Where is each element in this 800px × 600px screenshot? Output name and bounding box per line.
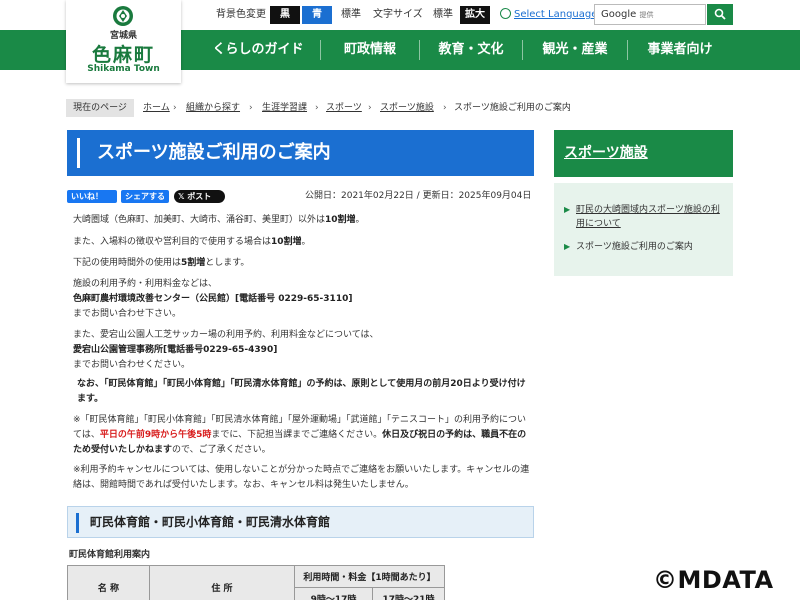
text: とします。 (205, 258, 250, 268)
watermark: ©MDATA (653, 566, 774, 594)
x-post-button[interactable]: 𝕏 ポスト (174, 190, 225, 203)
sidebar-item-regional-facilities[interactable]: ▶ 町民の大崎圏域内スポーツ施設の利用について (564, 203, 724, 231)
x-post-label: ポスト (187, 192, 212, 201)
size-large-button[interactable]: 拡大 (460, 6, 490, 24)
emphasis: 10割増 (271, 237, 302, 247)
section-accent-bar (76, 513, 79, 533)
sidebar-menu: ▶ 町民の大崎圏域内スポーツ施設の利用について ▶ スポーツ施設ご利用のご案内 (554, 183, 733, 276)
facility-table: 名 称 住 所 利用時間・料金【1時間あたり】 9時～17時 17時～21時 (67, 565, 445, 600)
paragraph-surcharge-hours: 下記の使用時間外の使用は5割増とします。 (73, 256, 533, 271)
text: 下記の使用時間外の使用は (73, 258, 182, 268)
bg-standard-button[interactable]: 標準 (335, 6, 367, 24)
select-language-label: Select Language (514, 9, 598, 20)
table-header-usage: 利用時間・料金【1時間あたり】 (294, 565, 445, 588)
breadcrumb-home[interactable]: ホーム (143, 99, 170, 117)
section-heading-box: 町民体育館・町民小体育館・町民清水体育館 (67, 506, 534, 538)
bg-blue-button[interactable]: 青 (302, 6, 332, 24)
table-header-time-day: 9時～17時 (294, 587, 373, 600)
bg-color-label: 背景色変更 (216, 9, 266, 20)
text: ので、ご了承ください。 (172, 445, 271, 455)
text: 。 (301, 237, 311, 247)
text: までに、下記担当課までご連絡ください。 (211, 430, 383, 440)
sidebar-heading-link[interactable]: スポーツ施設 (564, 130, 648, 177)
breadcrumb-separator: › (443, 103, 447, 113)
facebook-like-button[interactable]: いいね！ (67, 190, 117, 203)
nav-tourism-industry[interactable]: 観光・産業 (523, 30, 627, 70)
logo-town-name: 色麻町 (91, 44, 155, 66)
text: 。 (355, 215, 365, 225)
text: また、入場料の徴収や営利目的で使用する場合は (73, 237, 272, 247)
triangle-right-icon: ▶ (564, 242, 571, 251)
nav-town-info[interactable]: 町政情報 (321, 30, 419, 70)
paragraph-reservation-contact: 施設の利用予約・利用料金などは、 色麻町農村環境改善センター（公民館）[電話番号… (73, 277, 533, 322)
page-dates: 公開日：2021年02月22日 / 更新日：2025年09月04日 (305, 191, 532, 201)
x-logo-icon: 𝕏 (178, 192, 188, 201)
table-header-address: 住 所 (149, 565, 295, 600)
nav-living-guide[interactable]: くらしのガイド (196, 30, 320, 70)
search-icon (714, 8, 726, 20)
text: 大崎圏域（色麻町、加美町、大崎市、涌谷町、美里町）以外は (73, 215, 326, 225)
breadcrumb-current-label: 現在のページ (66, 99, 134, 117)
paragraph-soccer-contact: また、愛宕山公園人工芝サッカー場の利用予約、利用料金などについては、 愛宕山公園… (73, 328, 533, 373)
nav-education-culture[interactable]: 教育・文化 (420, 30, 522, 70)
text: 施設の利用予約・利用料金などは、 (73, 279, 218, 289)
search-suffix: 提供 (639, 11, 654, 19)
breadcrumb-search-by-org[interactable]: 組織から探す (186, 99, 240, 117)
table-caption: 町民体育館利用案内 (69, 550, 151, 560)
breadcrumb-separator: › (249, 103, 253, 113)
title-accent-bar (77, 138, 80, 168)
breadcrumb-sports-facilities[interactable]: スポーツ施設 (380, 99, 434, 117)
text: また、愛宕山公園人工芝サッカー場の利用予約、利用料金などについては、 (73, 330, 379, 340)
table-header-name: 名 称 (67, 565, 150, 600)
breadcrumb-sports[interactable]: スポーツ (326, 99, 362, 117)
contact-park-office: 愛宕山公園管理事務所[電話番号0229-65-4390] (73, 345, 278, 355)
sidebar-item-label: スポーツ施設ご利用のご案内 (576, 242, 693, 252)
town-emblem-icon (113, 6, 133, 26)
table-header-time-evening: 17時～21時 (372, 587, 445, 600)
select-language-link[interactable]: Select Language (500, 6, 597, 24)
paragraph-reservation-start: なお、「町民体育館」「町民小体育館」「町民清水体育館」の予約は、原則として使用月… (77, 379, 526, 404)
nav-business[interactable]: 事業者向け (628, 30, 732, 70)
page-title: スポーツ施設ご利用のご案内 (97, 142, 331, 163)
text: までお問い合わせ下さい。 (73, 309, 182, 319)
breadcrumb-separator: › (368, 103, 372, 113)
globe-icon (500, 8, 511, 19)
bg-black-button[interactable]: 黒 (270, 6, 300, 24)
emphasis: 5割増 (181, 258, 206, 268)
emphasis: 10割増 (325, 215, 356, 225)
size-standard-button[interactable]: 標準 (428, 6, 458, 24)
triangle-right-icon: ▶ (564, 205, 571, 214)
sidebar-heading-box: スポーツ施設 (554, 130, 733, 177)
section-heading: 町民体育館・町民小体育館・町民清水体育館 (90, 515, 331, 529)
published-date: 公開日：2021年02月22日 (305, 191, 414, 201)
highlight-hours: 平日の午前9時から午後5時 (99, 430, 212, 440)
paragraph-reservation-hours: ※「町民体育館」「町民小体育館」「町民清水体育館」「屋外運動場」「武道館」「テニ… (73, 413, 533, 458)
contact-center: 色麻町農村環境改善センター（公民館）[電話番号 0229-65-3110] (73, 294, 353, 304)
breadcrumb-separator: › (173, 103, 177, 113)
sidebar-item-current-page[interactable]: ▶ スポーツ施設ご利用のご案内 (564, 240, 724, 254)
breadcrumb-current-page: スポーツ施設ご利用のご案内 (454, 103, 571, 113)
facebook-share-button[interactable]: シェアする (121, 190, 169, 203)
text-size-label: 文字サイズ (373, 9, 423, 20)
text: までお問い合わせください。 (73, 360, 191, 370)
breadcrumb-lifelong-learning[interactable]: 生涯学習課 (262, 99, 307, 117)
logo-romanized: Shikama Town (87, 64, 160, 74)
search-brand: Google (601, 9, 637, 20)
site-logo[interactable]: 宮城県 色麻町 Shikama Town (66, 0, 181, 83)
search-input[interactable]: Google 提供 (594, 4, 706, 25)
sidebar-item-label: 町民の大崎圏域内スポーツ施設の利用について (576, 205, 720, 229)
updated-date: 更新日：2025年09月04日 (422, 191, 532, 201)
paragraph-surcharge-region: 大崎圏域（色麻町、加美町、大崎市、涌谷町、美里町）以外は10割増。 (73, 213, 533, 228)
page-title-box: スポーツ施設ご利用のご案内 (67, 130, 534, 176)
paragraph-surcharge-commercial: また、入場料の徴収や営利目的で使用する場合は10割増。 (73, 235, 533, 250)
search-button[interactable] (707, 4, 733, 25)
breadcrumb-separator: › (315, 103, 319, 113)
paragraph-cancellation: ※利用予約キャンセルについては、使用しないことが分かった時点でご連絡をお願いいた… (73, 465, 530, 490)
